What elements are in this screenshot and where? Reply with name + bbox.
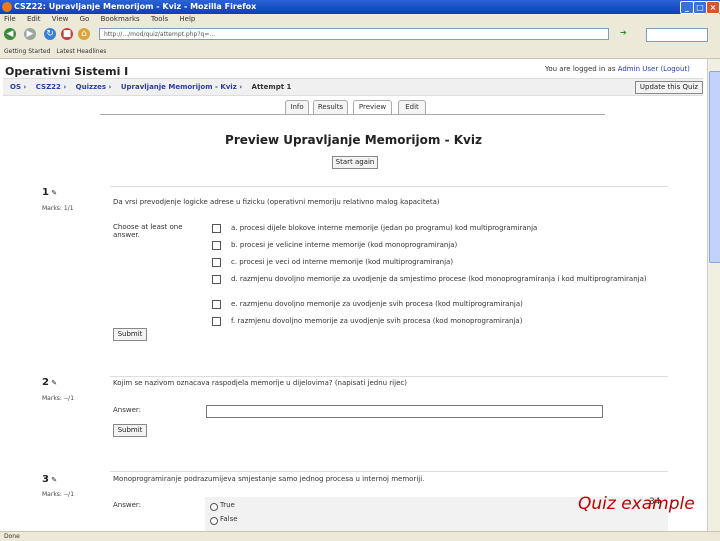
checkbox[interactable] <box>212 224 221 233</box>
bookmark-getting-started[interactable]: Getting Started <box>4 48 50 55</box>
start-again-button[interactable]: Start again <box>332 156 378 169</box>
logout-link[interactable]: (Logout) <box>660 65 689 73</box>
tab-divider <box>100 114 605 115</box>
login-prefix: You are logged in as <box>545 65 618 73</box>
question-2-answer-label: Answer: <box>113 406 142 414</box>
question-2-number: 2 ✎ <box>42 377 58 388</box>
radio-true[interactable] <box>210 503 218 511</box>
tab-edit[interactable]: Edit <box>398 100 426 114</box>
checkbox[interactable] <box>212 317 221 326</box>
menu-bookmarks[interactable]: Bookmarks <box>101 15 140 23</box>
menu-tools[interactable]: Tools <box>151 15 168 23</box>
option-e[interactable]: e. razmjenu dovoljno memorije za uvodjen… <box>205 297 668 314</box>
bookmark-latest-headlines[interactable]: Latest Headlines <box>56 48 106 55</box>
update-quiz-button[interactable]: Update this Quiz <box>635 81 703 94</box>
option-a[interactable]: a. procesi dijele blokove interne memori… <box>205 221 668 238</box>
close-icon[interactable]: × <box>706 1 720 14</box>
go-icon[interactable]: ➔ <box>620 28 627 37</box>
breadcrumb-attempt: Attempt 1 <box>251 83 292 91</box>
forward-icon[interactable]: ▶ <box>24 28 36 40</box>
tab-results[interactable]: Results <box>313 100 348 114</box>
breadcrumb-os[interactable]: OS <box>10 83 21 91</box>
tab-preview[interactable]: Preview <box>353 100 392 115</box>
window-title: CSZ22: Upravljanje Memorijom - Kviz - Mo… <box>14 2 257 11</box>
search-input[interactable] <box>646 28 708 42</box>
menu-view[interactable]: View <box>52 15 69 23</box>
radio-false[interactable] <box>210 517 218 525</box>
menu-help[interactable]: Help <box>179 15 195 23</box>
question-1-text: Da vrsi prevodjenje logicke adrese u fiz… <box>113 198 440 206</box>
question-1-number: 1 ✎ <box>42 187 58 198</box>
question-3-text: Monoprogramiranje podrazumijeva smjestan… <box>113 475 425 483</box>
vertical-scrollbar[interactable] <box>707 59 720 531</box>
option-c[interactable]: c. procesi je veci od interne memorije (… <box>205 255 668 272</box>
minimize-icon[interactable]: _ <box>680 1 694 14</box>
question-2-marks: Marks: --/1 <box>42 395 75 402</box>
question-2-answer-input[interactable] <box>206 405 603 418</box>
navigation-toolbar: ◀ ▶ ↻ ■ ⌂ http://.../mod/quiz/attempt.ph… <box>0 25 720 46</box>
site-name: Operativni Sistemi I <box>5 65 129 78</box>
checkbox[interactable] <box>212 258 221 267</box>
slide-caption: Quiz example <box>578 494 695 514</box>
home-icon[interactable]: ⌂ <box>78 28 90 40</box>
question-3-marks: Marks: --/1 <box>42 491 75 498</box>
bookmarks-toolbar: Getting Started Latest Headlines <box>0 45 720 59</box>
stop-icon[interactable]: ■ <box>61 28 73 40</box>
question-2-text: Kojim se nazivom oznacava raspodjela mem… <box>113 379 407 387</box>
window-titlebar: CSZ22: Upravljanje Memorijom - Kviz - Mo… <box>0 0 720 14</box>
option-d[interactable]: d. razmjenu dovoljno memorije za uvodjen… <box>205 272 668 297</box>
breadcrumb-quizzes[interactable]: Quizzes <box>76 83 106 91</box>
question-2-submit-button[interactable]: Submit <box>113 424 147 437</box>
menu-file[interactable]: File <box>4 15 16 23</box>
option-f[interactable]: f. razmjenu dovoljno memorije za uvodjen… <box>205 314 668 331</box>
firefox-icon <box>2 2 12 12</box>
checkbox[interactable] <box>212 300 221 309</box>
option-true-label: True <box>220 501 235 509</box>
tab-info[interactable]: Info <box>285 100 309 114</box>
status-text: Done <box>4 533 20 540</box>
page-content: Operativni Sistemi I You are logged in a… <box>0 59 707 531</box>
address-bar[interactable]: http://.../mod/quiz/attempt.php?q=... <box>99 28 609 40</box>
checkbox[interactable] <box>212 275 221 284</box>
question-2-divider <box>110 376 668 377</box>
scrollbar-thumb[interactable] <box>709 71 720 263</box>
login-info: You are logged in as Admin User (Logout) <box>545 65 690 73</box>
user-link[interactable]: Admin User <box>618 65 659 73</box>
maximize-icon[interactable]: □ <box>693 1 707 14</box>
checkbox[interactable] <box>212 241 221 250</box>
question-1-instruction: Choose at least one answer. <box>113 223 183 239</box>
question-1-divider <box>110 186 668 187</box>
back-icon[interactable]: ◀ <box>4 28 16 40</box>
menu-edit[interactable]: Edit <box>27 15 41 23</box>
question-1-submit-button[interactable]: Submit <box>113 328 147 341</box>
breadcrumb: OS › CSZ22 › Quizzes › Upravljanje Memor… <box>3 78 703 96</box>
reload-icon[interactable]: ↻ <box>44 28 56 40</box>
question-3-divider <box>110 471 668 472</box>
option-b[interactable]: b. procesi je velicine interne memorije … <box>205 238 668 255</box>
breadcrumb-quiz[interactable]: Upravljanje Memorijom - Kviz <box>121 83 237 91</box>
breadcrumb-course[interactable]: CSZ22 <box>36 83 61 91</box>
question-1-marks: Marks: 1/1 <box>42 205 74 212</box>
option-false-label: False <box>220 515 238 523</box>
menu-go[interactable]: Go <box>80 15 90 23</box>
page-title: Preview Upravljanje Memorijom - Kviz <box>225 133 482 147</box>
menu-bar: File Edit View Go Bookmarks Tools Help <box>0 14 720 25</box>
question-3-answer-label: Answer: <box>113 501 142 509</box>
question-3-number: 3 ✎ <box>42 474 58 485</box>
